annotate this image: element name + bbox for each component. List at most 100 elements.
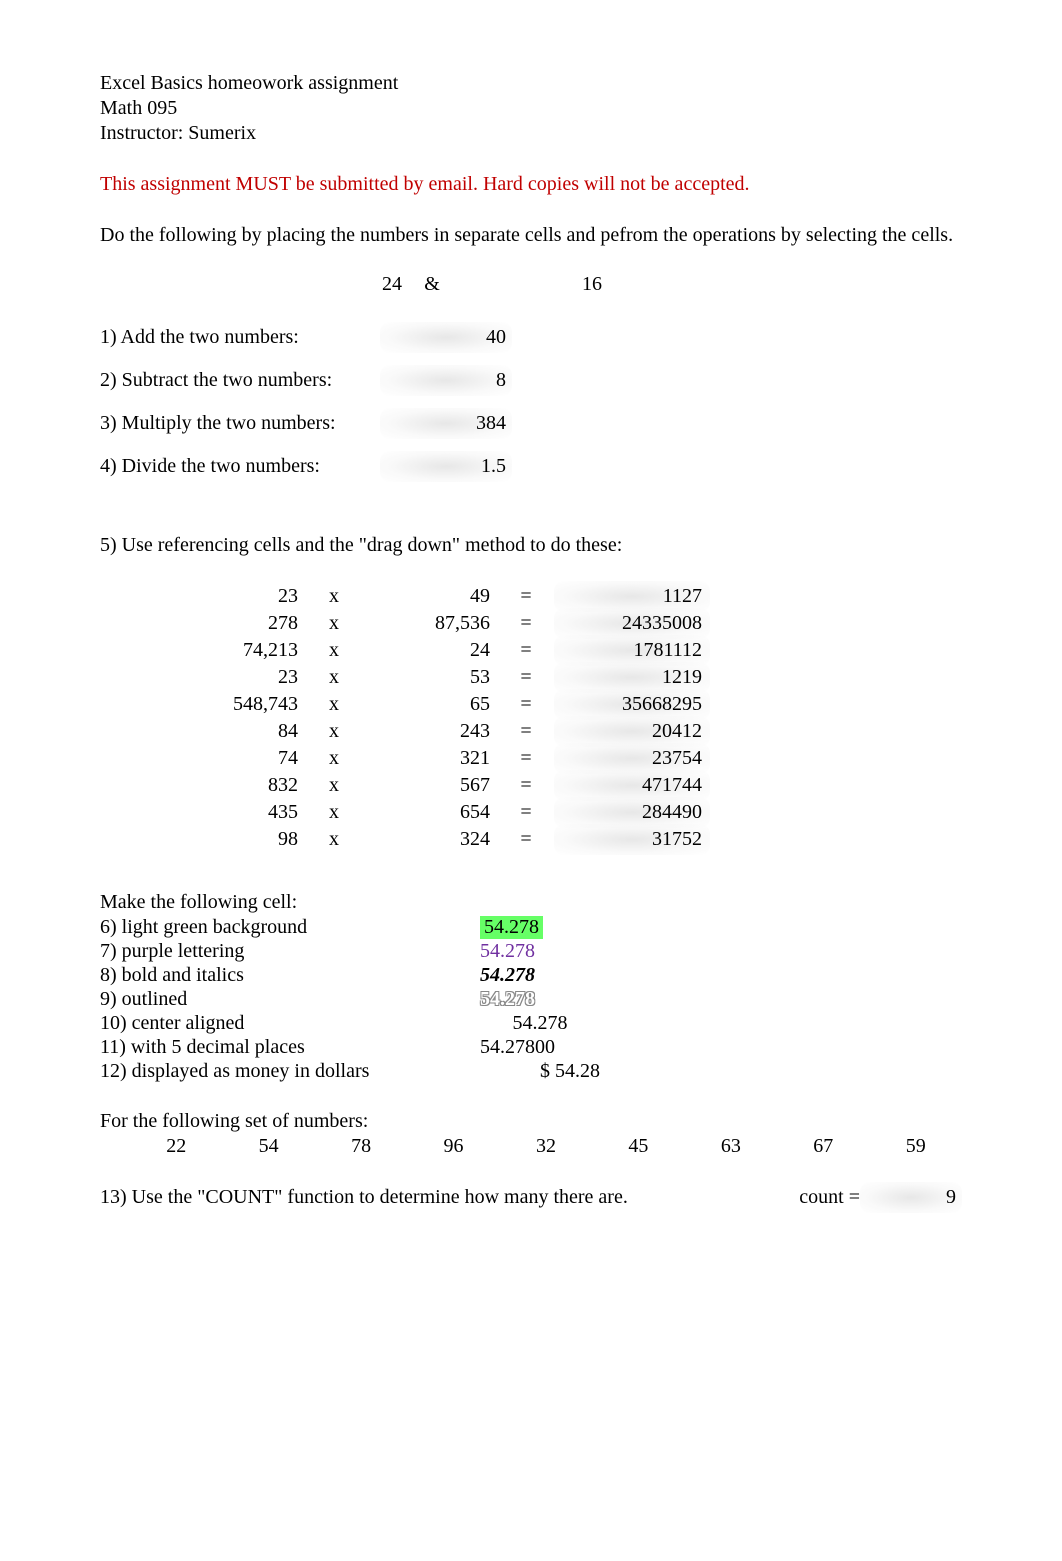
mult-a: 23 (170, 664, 306, 691)
mult-result: 284490 (554, 799, 710, 826)
q8-label: 8) bold and italics (100, 964, 480, 987)
mult-eq: = (498, 637, 554, 664)
numset-value: 54 (222, 1135, 314, 1158)
doc-course: Math 095 (100, 97, 962, 120)
mult-a: 23 (170, 583, 306, 610)
mult-a: 278 (170, 610, 306, 637)
q1-value: 40 (380, 324, 512, 351)
q11-label: 11) with 5 decimal places (100, 1036, 480, 1059)
input-b: 16 (462, 273, 602, 296)
mult-b: 243 (362, 718, 498, 745)
q13-label: 13) Use the "COUNT" function to determin… (100, 1186, 780, 1209)
mult-x: x (306, 637, 362, 664)
q5-label: 5) Use referencing cells and the "drag d… (100, 534, 962, 557)
q7-value: 54.278 (480, 940, 600, 963)
mult-result: 31752 (554, 826, 710, 853)
q4-label: 4) Divide the two numbers: (100, 455, 380, 478)
mult-x: x (306, 745, 362, 772)
mult-result: 35668295 (554, 691, 710, 718)
numset-value: 63 (685, 1135, 777, 1158)
mult-b: 654 (362, 799, 498, 826)
mult-b: 87,536 (362, 610, 498, 637)
mult-b: 24 (362, 637, 498, 664)
q8-value: 54.278 (480, 964, 600, 987)
mult-result: 23754 (554, 745, 710, 772)
mult-a: 84 (170, 718, 306, 745)
mult-result: 1127 (554, 583, 710, 610)
numset-label: For the following set of numbers: (100, 1110, 962, 1133)
intro-text: Do the following by placing the numbers … (100, 224, 962, 247)
q10-value: 54.278 (480, 1012, 600, 1035)
numset-value: 32 (500, 1135, 592, 1158)
q13-row: 13) Use the "COUNT" function to determin… (100, 1184, 962, 1211)
mult-x: x (306, 691, 362, 718)
mult-eq: = (498, 583, 554, 610)
mult-x: x (306, 610, 362, 637)
mult-eq: = (498, 718, 554, 745)
q4-value: 1.5 (380, 453, 512, 480)
q10-row: 10) center aligned 54.278 (100, 1012, 962, 1035)
mult-a: 74 (170, 745, 306, 772)
mult-x: x (306, 826, 362, 853)
q6-label: 6) light green background (100, 916, 480, 939)
mult-b: 324 (362, 826, 498, 853)
numset-value: 59 (870, 1135, 962, 1158)
q6-row: 6) light green background 54.278 (100, 916, 962, 939)
q10-label: 10) center aligned (100, 1012, 480, 1035)
mult-x: x (306, 772, 362, 799)
table-row: 74,213x24=1781112 (170, 637, 710, 664)
input-numbers-row: 24 & 16 (100, 273, 962, 296)
doc-instructor: Instructor: Sumerix (100, 122, 962, 145)
mult-a: 98 (170, 826, 306, 853)
mult-a: 832 (170, 772, 306, 799)
q3-label: 3) Multiply the two numbers: (100, 412, 380, 435)
warning-text: This assignment MUST be submitted by ema… (100, 173, 962, 196)
input-a: 24 (342, 273, 402, 296)
mult-b: 321 (362, 745, 498, 772)
mult-eq: = (498, 610, 554, 637)
mult-result: 471744 (554, 772, 710, 799)
mult-b: 567 (362, 772, 498, 799)
input-amp: & (402, 273, 462, 296)
q2-value: 8 (380, 367, 512, 394)
mult-eq: = (498, 691, 554, 718)
numset-row: 225478963245636759 (130, 1135, 962, 1158)
q7-label: 7) purple lettering (100, 940, 480, 963)
mult-result: 1781112 (554, 637, 710, 664)
numset-value: 96 (407, 1135, 499, 1158)
q12-row: 12) displayed as money in dollars $ 54.2… (100, 1060, 962, 1083)
mult-x: x (306, 799, 362, 826)
table-row: 278x87,536=24335008 (170, 610, 710, 637)
q9-label: 9) outlined (100, 988, 480, 1011)
mult-eq: = (498, 826, 554, 853)
q3-row: 3) Multiply the two numbers: 384 (100, 410, 962, 437)
numset-value: 22 (130, 1135, 222, 1158)
table-row: 832x567=471744 (170, 772, 710, 799)
mult-table: 23x49=1127278x87,536=2433500874,213x24=1… (170, 583, 710, 853)
table-row: 23x53=1219 (170, 664, 710, 691)
q9-value: 54.278 (480, 988, 600, 1011)
q7-row: 7) purple lettering 54.278 (100, 940, 962, 963)
mult-result: 1219 (554, 664, 710, 691)
numset-value: 45 (592, 1135, 684, 1158)
q9-row: 9) outlined 54.278 (100, 988, 962, 1011)
mult-b: 49 (362, 583, 498, 610)
count-value: 9 (860, 1184, 962, 1211)
mult-eq: = (498, 664, 554, 691)
mult-result: 24335008 (554, 610, 710, 637)
mult-x: x (306, 718, 362, 745)
table-row: 548,743x65=35668295 (170, 691, 710, 718)
mult-eq: = (498, 745, 554, 772)
mult-b: 53 (362, 664, 498, 691)
mult-x: x (306, 664, 362, 691)
mult-a: 548,743 (170, 691, 306, 718)
q6-value: 54.278 (480, 916, 543, 939)
mult-x: x (306, 583, 362, 610)
numset-value: 78 (315, 1135, 407, 1158)
q8-row: 8) bold and italics 54.278 (100, 964, 962, 987)
table-row: 74x321=23754 (170, 745, 710, 772)
q4-row: 4) Divide the two numbers: 1.5 (100, 453, 962, 480)
mult-eq: = (498, 772, 554, 799)
q11-row: 11) with 5 decimal places 54.27800 (100, 1036, 962, 1059)
q12-value: $ 54.28 (480, 1060, 600, 1083)
